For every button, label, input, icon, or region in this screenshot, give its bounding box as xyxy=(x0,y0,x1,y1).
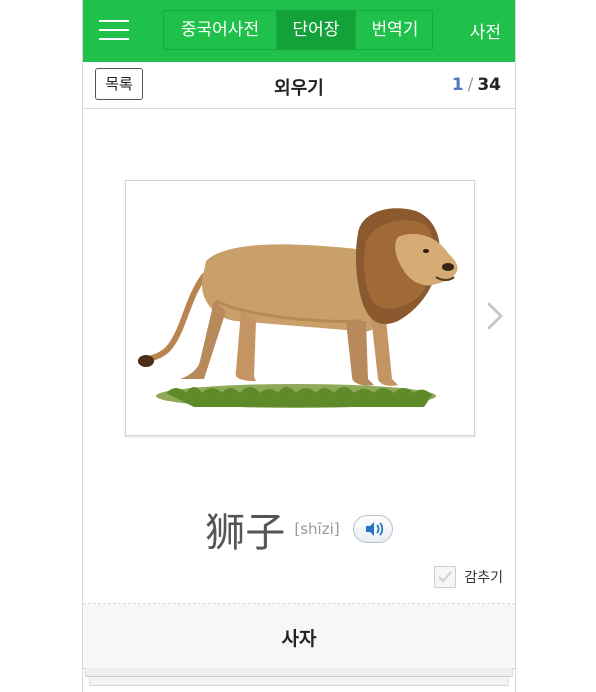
tab-vocabulary[interactable]: 단어장 xyxy=(276,11,355,49)
counter-total: 34 xyxy=(477,75,501,95)
menu-icon[interactable] xyxy=(99,18,129,42)
hanzi-word: 狮子 xyxy=(205,510,286,556)
hide-toggle: 감추기 xyxy=(434,566,503,588)
section-tabs: 중국어사전 단어장 번역기 xyxy=(163,10,433,50)
lion-illustration xyxy=(138,208,458,408)
pinyin-text: [shīzi] xyxy=(294,520,340,538)
tab-chinese-dictionary[interactable]: 중국어사전 xyxy=(164,11,276,49)
flashcard-app: 중국어사전 단어장 번역기 사전 목록 외우기 1/34 狮子 [shīzi] … xyxy=(82,0,516,692)
speaker-icon[interactable] xyxy=(352,515,393,543)
top-navigation-bar: 중국어사전 단어장 번역기 사전 xyxy=(83,0,515,62)
card-stack-edge-lower xyxy=(89,677,509,686)
tab-translator[interactable]: 번역기 xyxy=(355,11,434,49)
speaker-glyph-icon xyxy=(365,522,383,536)
card-stack-edge xyxy=(85,668,513,677)
hide-checkbox[interactable] xyxy=(434,566,457,588)
word-row: 狮子 [shīzi] xyxy=(83,500,515,558)
card-counter: 1/34 xyxy=(452,75,501,95)
sub-header: 목록 외우기 1/34 xyxy=(83,62,515,109)
word-image-card[interactable] xyxy=(125,180,475,436)
counter-current: 1 xyxy=(451,75,464,95)
meaning-panel[interactable]: 사자 xyxy=(83,604,515,669)
dictionary-link[interactable]: 사전 xyxy=(470,18,501,43)
chevron-right-icon[interactable] xyxy=(485,300,505,332)
page-title: 외우기 xyxy=(274,78,324,99)
check-icon xyxy=(438,571,453,583)
hide-label: 감추기 xyxy=(464,570,503,586)
counter-separator: / xyxy=(467,75,474,95)
meaning-text: 사자 xyxy=(281,628,317,650)
